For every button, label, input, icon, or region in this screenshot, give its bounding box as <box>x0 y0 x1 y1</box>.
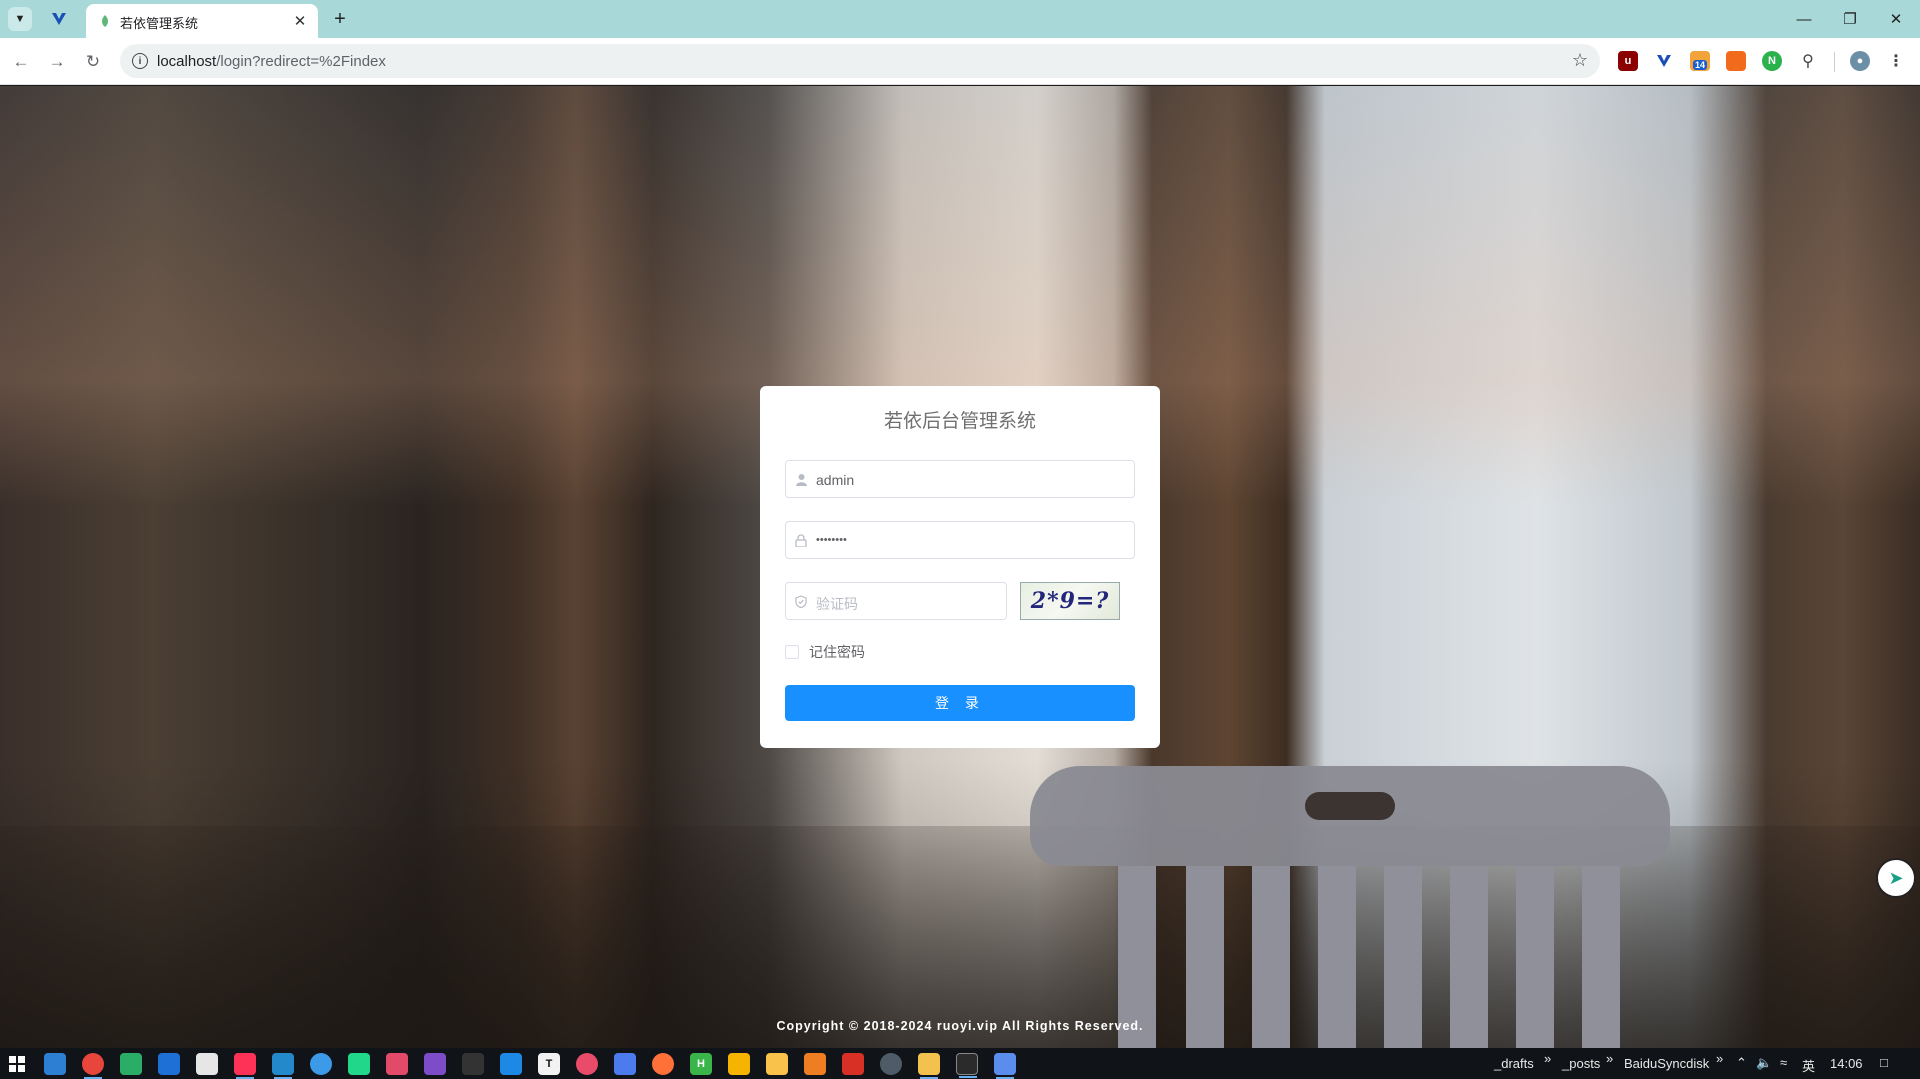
typora-icon[interactable]: T <box>538 1053 560 1075</box>
close-window-button[interactable]: ✕ <box>1876 6 1916 32</box>
chevron-right-icon[interactable]: » <box>1716 1051 1723 1066</box>
hbuilder-icon[interactable]: H <box>690 1053 712 1075</box>
vscode-icon[interactable] <box>272 1053 294 1079</box>
pdf-icon[interactable] <box>842 1053 864 1075</box>
app-blue-icon[interactable] <box>158 1053 180 1075</box>
pinned-tab[interactable] <box>48 8 70 30</box>
toolbar-folder-baidusyncdisk[interactable]: BaiduSyncdisk <box>1624 1056 1709 1071</box>
tab-search-button[interactable]: ▼ <box>8 7 32 31</box>
remember-password-checkbox[interactable]: 记住密码 <box>785 642 865 662</box>
lock-icon <box>794 533 808 547</box>
chevron-right-icon[interactable]: » <box>1606 1051 1613 1066</box>
wechat-icon[interactable] <box>120 1053 142 1075</box>
file-explorer-icon[interactable] <box>918 1053 940 1079</box>
firefox-icon[interactable] <box>652 1053 674 1075</box>
jetbrains-icon[interactable] <box>234 1053 256 1079</box>
v-extension-icon[interactable] <box>1654 51 1674 71</box>
puzzle-extensions-icon[interactable]: ⚲ <box>1798 51 1818 71</box>
login-button[interactable]: 登 录 <box>785 685 1135 721</box>
app-gray-icon[interactable] <box>880 1053 902 1075</box>
pocket-icon[interactable] <box>386 1053 408 1075</box>
user-icon <box>794 472 808 486</box>
extension-badge: 14 <box>1692 60 1707 70</box>
app-orange-icon[interactable] <box>804 1053 826 1075</box>
app-white-icon[interactable] <box>196 1053 218 1075</box>
leaf-favicon-icon <box>102 15 108 27</box>
calendar-extension-icon[interactable]: 14 <box>1690 51 1710 71</box>
back-icon[interactable]: ← <box>8 49 34 75</box>
toolbar-folder-posts[interactable]: _posts <box>1562 1056 1600 1071</box>
login-title: 若依后台管理系统 <box>883 411 1036 432</box>
toolbar-folder-drafts[interactable]: _drafts <box>1494 1056 1534 1071</box>
username-value: admin <box>816 472 855 488</box>
volume-icon[interactable]: 🔈 <box>1756 1055 1772 1071</box>
menu-kebab-icon[interactable]: ⋮ <box>1886 51 1906 71</box>
chrome-icon[interactable] <box>82 1053 104 1079</box>
github-icon[interactable] <box>462 1053 484 1075</box>
ime-indicator[interactable]: 英 <box>1802 1056 1815 1075</box>
terminal-icon[interactable] <box>956 1053 978 1078</box>
wifi-icon[interactable]: ≈ <box>1780 1055 1787 1070</box>
browser-app-icon[interactable] <box>310 1053 332 1075</box>
bookmark-star-icon[interactable]: ☆ <box>1572 50 1588 71</box>
username-input[interactable]: admin <box>785 460 1135 498</box>
captcha-input[interactable]: 验证码 <box>785 582 1007 620</box>
ublock-shield-icon[interactable]: u <box>1618 51 1638 71</box>
desktop-app-icon[interactable] <box>44 1053 66 1075</box>
clock[interactable]: 14:06 <box>1830 1056 1863 1071</box>
captcha-image[interactable]: 2*9=? <box>1020 582 1120 620</box>
chat-app-icon[interactable] <box>614 1053 636 1075</box>
reload-icon[interactable]: ↻ <box>80 49 106 75</box>
site-info-icon[interactable]: i <box>132 53 148 69</box>
tab-active[interactable]: 若依管理系统 ✕ <box>86 4 318 38</box>
minimize-button[interactable]: — <box>1784 6 1824 32</box>
toolbar-divider <box>1834 52 1835 72</box>
browser-tab-strip: ▼ 若依管理系统 ✕ + — ❐ ✕ <box>0 0 1920 38</box>
background-chair-slot <box>1305 792 1395 820</box>
chevron-down-icon: ▼ <box>14 13 26 25</box>
notification-icon[interactable]: □ <box>1880 1055 1888 1070</box>
close-tab-icon[interactable]: ✕ <box>290 11 310 31</box>
address-bar[interactable]: i localhost/login?redirect=%2Findex ☆ <box>120 44 1600 78</box>
windows-start-icon[interactable] <box>6 1053 28 1075</box>
send-arrow-icon: ➤ <box>1888 867 1904 888</box>
password-input[interactable]: •••••••• <box>785 521 1135 559</box>
orange-extension-icon[interactable] <box>1726 51 1746 71</box>
url-text: localhost/login?redirect=%2Findex <box>157 53 386 70</box>
music-app-icon[interactable] <box>576 1053 598 1075</box>
profile-avatar-icon[interactable]: ● <box>1850 51 1870 71</box>
forward-icon[interactable]: → <box>44 49 70 75</box>
app-yellow-icon[interactable] <box>728 1053 750 1075</box>
remember-password-label: 记住密码 <box>809 644 865 660</box>
floating-assistant-button[interactable]: ➤ <box>1876 858 1916 898</box>
windows-taskbar: T H _drafts » _posts » BaiduSyncdisk » ⌃… <box>0 1048 1920 1079</box>
login-form: 若依后台管理系统 admin •••••••• 验证码 2*9=? 记住密码 登… <box>760 386 1160 748</box>
visual-studio-icon[interactable] <box>424 1053 446 1075</box>
chevron-up-icon[interactable]: ⌃ <box>1736 1055 1747 1071</box>
green-extension-icon[interactable]: N <box>1762 51 1782 71</box>
restore-button[interactable]: ❐ <box>1830 6 1870 32</box>
notes-icon[interactable] <box>766 1053 788 1075</box>
app-photo-icon[interactable] <box>994 1053 1016 1079</box>
shield-check-icon <box>794 594 808 608</box>
chevron-right-icon[interactable]: » <box>1544 1051 1551 1066</box>
tab-title: 若依管理系统 <box>120 16 199 31</box>
pycharm-icon[interactable] <box>348 1053 370 1075</box>
v-logo-icon <box>52 13 66 25</box>
captcha-placeholder: 验证码 <box>816 596 858 612</box>
todo-icon[interactable] <box>500 1053 522 1075</box>
checkbox-box[interactable] <box>785 645 799 659</box>
new-tab-button[interactable]: + <box>328 7 352 31</box>
copyright-text: Copyright © 2018-2024 ruoyi.vip All Righ… <box>776 1019 1144 1033</box>
password-value: •••••••• <box>816 534 847 546</box>
browser-toolbar: ← → ↻ i localhost/login?redirect=%2Finde… <box>0 38 1920 85</box>
